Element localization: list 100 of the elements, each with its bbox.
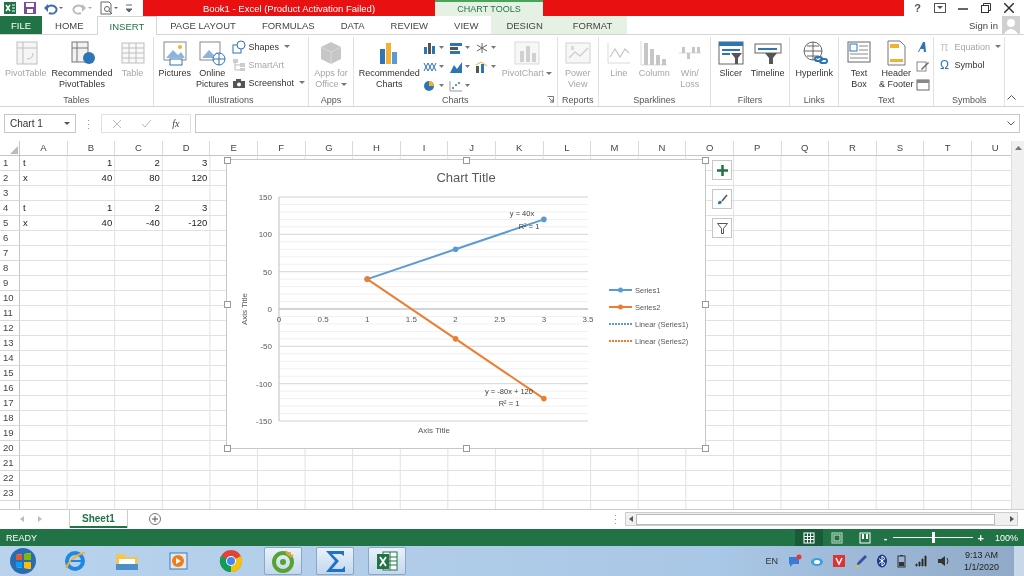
letter-heading[interactable]: G — [305, 141, 354, 156]
letter-heading[interactable]: B — [67, 141, 116, 156]
cancel-icon[interactable] — [112, 119, 121, 128]
letter-heading[interactable]: S — [876, 141, 925, 156]
language-indicator[interactable]: EN — [765, 556, 778, 566]
chart-styles-button[interactable] — [712, 189, 732, 209]
sign-in-link[interactable]: Sign in — [968, 19, 998, 31]
row-number[interactable]: 11 — [0, 306, 20, 321]
scroll-thumb[interactable] — [636, 513, 995, 525]
letter-heading[interactable]: N — [638, 141, 687, 156]
chart-type-button[interactable] — [474, 59, 499, 74]
row-number[interactable]: 8 — [0, 261, 20, 276]
ribbon-tab[interactable]: DESIGN — [491, 16, 558, 34]
help-button[interactable]: ? — [914, 2, 922, 14]
next-sheet-icon[interactable] — [38, 516, 42, 522]
chart-filters-button[interactable] — [712, 218, 732, 238]
row-number[interactable]: 13 — [0, 336, 20, 351]
scroll-up-icon[interactable] — [1014, 146, 1022, 150]
close-icon[interactable] — [1003, 3, 1014, 13]
check-icon[interactable] — [141, 119, 151, 128]
ribbon-button[interactable]: Text Box — [841, 37, 876, 91]
letter-heading[interactable]: T — [924, 141, 972, 156]
letter-heading[interactable]: J — [448, 141, 496, 156]
letter-heading[interactable]: M — [591, 141, 639, 156]
ribbon-tab[interactable]: REVIEW — [377, 16, 442, 34]
row-number[interactable]: 4 — [0, 201, 20, 216]
formula-input[interactable] — [195, 114, 1020, 133]
resize-handle[interactable] — [463, 157, 470, 164]
ribbon-button[interactable]: Recommended Charts — [356, 37, 422, 91]
letter-heading[interactable]: E — [210, 141, 258, 156]
row-number[interactable]: 6 — [0, 231, 20, 246]
ribbon-tab[interactable]: FORMAT — [557, 16, 628, 34]
ribbon-button[interactable]: Ω Symbol — [937, 57, 1001, 72]
row-number[interactable]: 21 — [0, 456, 20, 471]
restore-icon[interactable] — [980, 3, 991, 13]
row-number[interactable]: 15 — [0, 366, 20, 381]
row-number[interactable]: 23 — [0, 486, 20, 501]
add-sheet-icon[interactable] — [148, 513, 161, 525]
resize-handle[interactable] — [463, 445, 470, 452]
collapse-icon[interactable] — [1007, 94, 1016, 100]
chart-elements-button[interactable] — [712, 160, 732, 180]
name-box[interactable]: Chart 1 — [4, 114, 76, 133]
row-number[interactable]: 20 — [0, 441, 20, 456]
ribbon-tab[interactable]: FILE — [0, 16, 43, 34]
scroll-right-icon[interactable] — [1010, 516, 1014, 522]
row-number[interactable]: 1 — [0, 156, 20, 171]
row-number[interactable]: 10 — [0, 291, 20, 306]
letter-heading[interactable]: Q — [781, 141, 830, 156]
taskbar-button[interactable] — [264, 547, 302, 575]
row-number[interactable]: 5 — [0, 216, 20, 231]
letter-heading[interactable]: K — [495, 141, 544, 156]
resize-handle[interactable] — [702, 301, 709, 308]
ribbon-button[interactable]: Recommended PivotTables — [49, 37, 115, 91]
ribbon-button[interactable]: Header & Footer — [876, 37, 916, 91]
ribbon-button[interactable]: Online Pictures — [194, 37, 231, 91]
row-number[interactable]: 3 — [0, 186, 20, 201]
sheet-tab[interactable]: Sheet1 — [70, 510, 127, 528]
expand-icon[interactable] — [1007, 121, 1015, 126]
ribbon-tab[interactable]: PAGE LAYOUT — [157, 16, 249, 34]
taskbar-button[interactable] — [316, 547, 354, 575]
resize-handle[interactable] — [224, 445, 231, 452]
chart-type-button[interactable] — [422, 78, 447, 93]
chart-type-button[interactable] — [422, 40, 447, 55]
letter-heading[interactable]: D — [162, 141, 211, 156]
taskbar-button[interactable] — [368, 547, 406, 575]
letter-heading[interactable]: C — [115, 141, 163, 156]
resize-handle[interactable] — [224, 301, 231, 308]
scroll-left-icon[interactable] — [629, 516, 633, 522]
ribbon-button[interactable]: Timeline — [748, 37, 787, 80]
chart-type-button[interactable] — [474, 40, 499, 55]
row-number[interactable]: 7 — [0, 246, 20, 261]
resize-handle[interactable] — [702, 157, 709, 164]
ribbon-button[interactable]: Shapes — [231, 39, 306, 54]
ribbon-tab[interactable]: VIEW — [441, 16, 492, 34]
row-number[interactable]: 22 — [0, 471, 20, 486]
letter-heading[interactable]: H — [353, 141, 401, 156]
row-number[interactable]: 12 — [0, 321, 20, 336]
ribbon-tab[interactable]: DATA — [327, 16, 378, 34]
ribbon-display-icon[interactable] — [933, 3, 946, 13]
ribbon-tab[interactable]: HOME — [42, 16, 97, 34]
clock-date[interactable]: 1/1/2020 — [963, 561, 999, 573]
view-button[interactable] — [794, 529, 823, 546]
letter-heading[interactable]: F — [257, 141, 306, 156]
ribbon-button[interactable]: Screenshot — [231, 75, 306, 90]
previous-sheet-icon[interactable] — [20, 516, 24, 522]
row-number[interactable]: 14 — [0, 351, 20, 366]
zoom-slider-thumb[interactable] — [931, 532, 935, 543]
zoom-out-button[interactable]: - — [883, 531, 888, 544]
resize-handle[interactable] — [702, 445, 709, 452]
ribbon-button[interactable]: Slicer — [713, 37, 748, 80]
chart-type-button[interactable] — [448, 40, 473, 55]
row-number[interactable]: 9 — [0, 276, 20, 291]
resize-handle[interactable] — [224, 157, 231, 164]
ribbon-button[interactable]: Pictures — [156, 37, 194, 80]
letter-heading[interactable]: R — [829, 141, 877, 156]
row-number[interactable]: 16 — [0, 381, 20, 396]
text-tool-button[interactable] — [916, 77, 931, 92]
row-number[interactable]: 2 — [0, 171, 20, 186]
letter-heading[interactable]: I — [400, 141, 449, 156]
row-number[interactable]: 19 — [0, 426, 20, 441]
